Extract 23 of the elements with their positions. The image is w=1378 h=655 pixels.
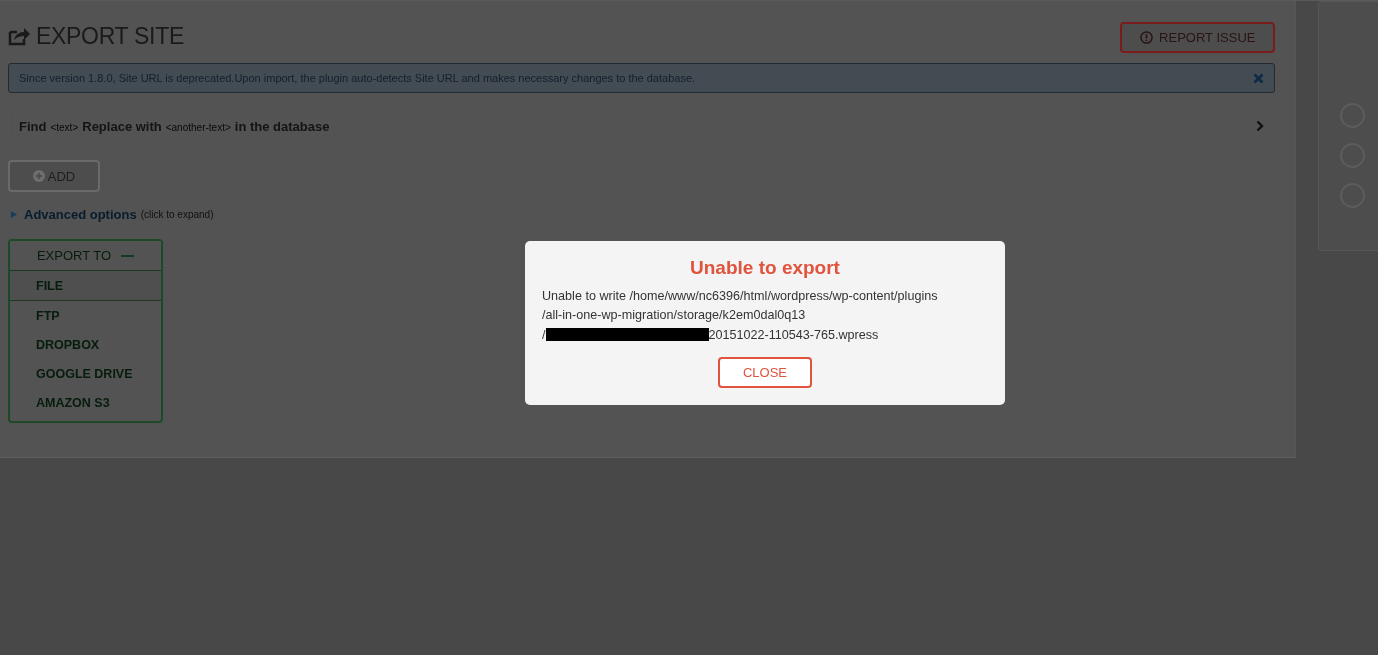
close-button[interactable]: CLOSE: [718, 356, 812, 388]
find-replace-label: Replace with: [82, 118, 162, 134]
triangle-icon: [11, 211, 17, 218]
plus-circle-icon: [32, 170, 45, 182]
advanced-options-link[interactable]: Advanced options: [11, 207, 137, 222]
alert-icon: [1140, 31, 1154, 44]
export-icon: [8, 26, 30, 46]
placeholder-token: <another-text>: [165, 121, 231, 133]
page-title: EXPORT SITE: [36, 22, 184, 50]
report-issue-button[interactable]: REPORT ISSUE: [1120, 22, 1276, 53]
chevron-icon: [1256, 120, 1265, 132]
find-replace-label: in the database: [234, 118, 330, 134]
error-message-line: /all-in-one-wp-migration/storage/k2em0dal0q13: [542, 308, 806, 323]
error-message-line: Unable to write /home/www/nc6396/html/wordpress/wp-content/plugins: [542, 288, 938, 303]
expand-hint: (click to expand): [140, 209, 214, 220]
error-message-line: /: [542, 327, 546, 342]
dialog-title: Unable to export: [690, 257, 840, 279]
placeholder-token: <text>: [50, 121, 79, 133]
export-menu-item[interactable]: FILE: [10, 271, 161, 301]
error-message-line: 20151022-110543-765.wpress: [708, 327, 879, 342]
export-to-toggle[interactable]: EXPORT TO: [10, 241, 161, 271]
find-replace-label: Find: [19, 118, 47, 134]
close-icon[interactable]: [1253, 72, 1265, 84]
